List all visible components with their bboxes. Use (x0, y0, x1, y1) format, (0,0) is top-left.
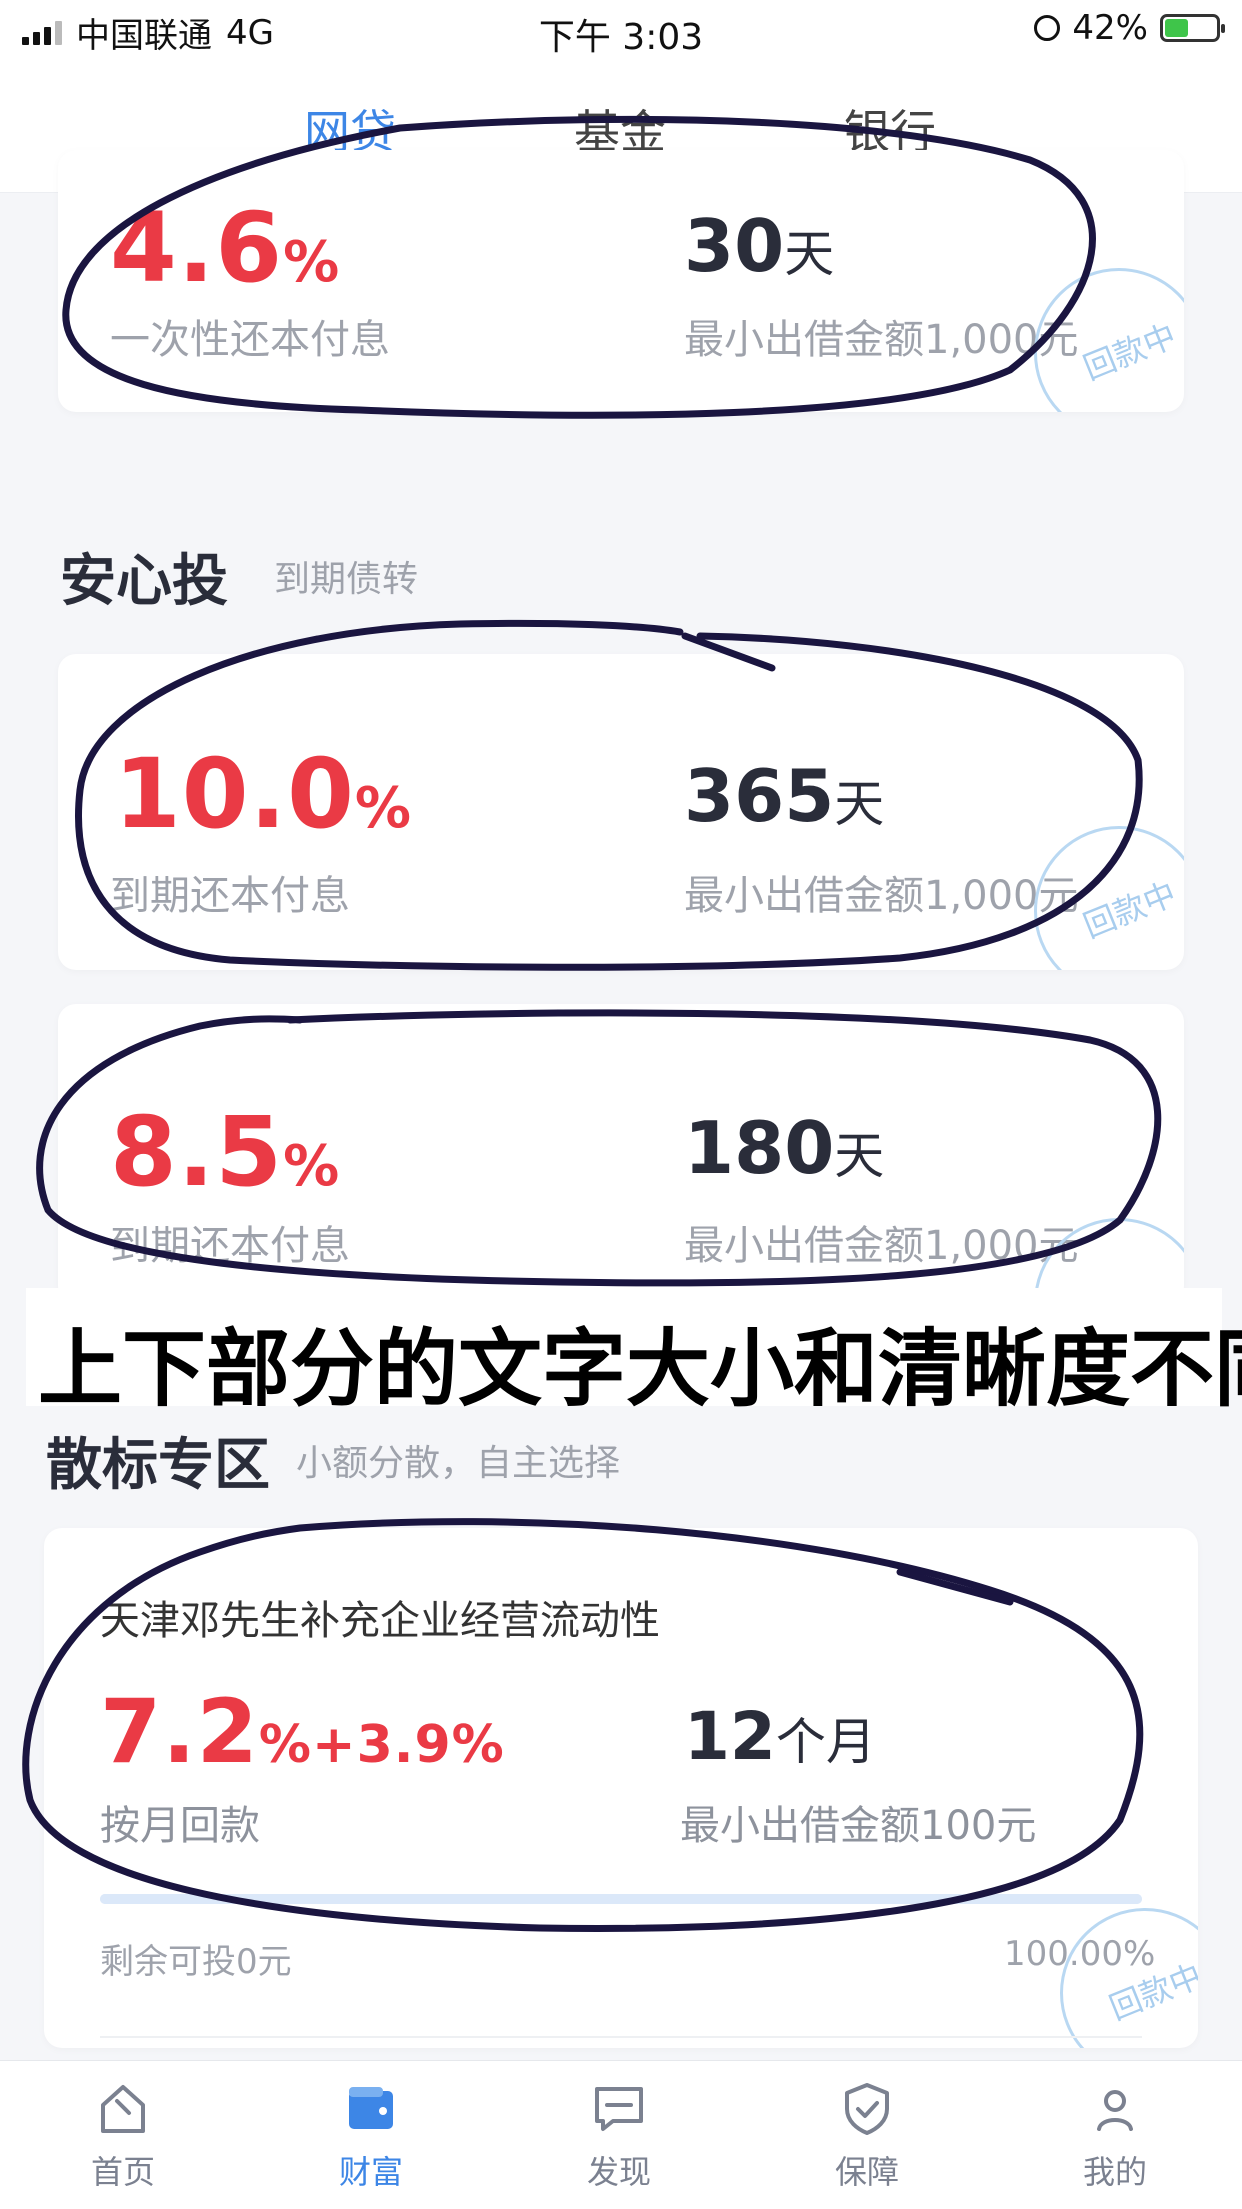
product-card-365[interactable]: 10.0% 365天 到期还本付息 最小出借金额1,000元 回款中 (58, 654, 1184, 970)
rotation-lock-icon (1034, 15, 1061, 41)
repay-method: 一次性还本付息 (110, 317, 390, 363)
repay-method: 到期还本付息 (110, 1223, 350, 1269)
min-amount: 最小出借金额1,000元 (684, 873, 1079, 919)
product-rate: 8.5% (110, 1096, 341, 1208)
product-card-180[interactable]: 8.5% 180天 到期还本付息 最小出借金额1,000元 (58, 1004, 1184, 1304)
battery-percent: 42% (1072, 8, 1148, 48)
nav-mine[interactable]: 我的 (1050, 2079, 1180, 2193)
progress-fill (100, 1894, 1142, 1904)
product-card-top[interactable]: 4.6% 30天 一次性还本付息 最小出借金额1,000元 回款中 (58, 150, 1184, 412)
status-bar: 中国联通 4G 下午 3:03 42% (0, 0, 1242, 64)
repaying-stamp: 回款中 (1034, 826, 1184, 970)
loan-rate: 7.2%+3.9% (100, 1680, 505, 1783)
repay-method: 按月回款 (100, 1803, 260, 1849)
battery-icon (1160, 14, 1225, 42)
min-amount: 最小出借金额100元 (680, 1803, 1037, 1849)
nav-home[interactable]: 首页 (58, 2079, 188, 2193)
section-title-sanbiao: 散标专区 (46, 1433, 270, 1498)
status-right: 42% (1034, 8, 1225, 48)
nav-protection[interactable]: 保障 (802, 2079, 932, 2193)
shield-icon (845, 2083, 889, 2135)
min-amount: 最小出借金额1,000元 (684, 1223, 1079, 1269)
nav-wealth[interactable]: 财富 (306, 2079, 436, 2193)
loan-card[interactable]: 天津邓先生补充企业经营流动性 7.2%+3.9% 12个月 按月回款 最小出借金… (44, 1528, 1198, 2048)
product-rate: 10.0% (114, 738, 412, 850)
remaining-amount: 剩余可投0元 (100, 1942, 292, 1982)
annotation-text: 上下部分的文字大小和清晰度不同 (38, 1320, 1242, 1418)
chat-icon (595, 2087, 643, 2131)
product-term: 365天 (684, 754, 885, 838)
loan-title: 天津邓先生补充企业经营流动性 (100, 1598, 660, 1644)
progress-bar (100, 1894, 1142, 1904)
loan-term: 12个月 (684, 1698, 876, 1775)
section-title-anxin: 安心投 (60, 549, 228, 614)
product-term: 180天 (684, 1106, 885, 1190)
product-term: 30天 (684, 204, 835, 288)
min-amount: 最小出借金额1,000元 (684, 317, 1079, 363)
user-icon (1097, 2090, 1133, 2131)
home-icon (101, 2085, 145, 2133)
product-rate: 4.6% (110, 192, 341, 304)
wallet-icon (349, 2087, 393, 2129)
bottom-nav: 首页 财富 发现 保障 我的 (0, 2060, 1242, 2209)
section-subtitle-sanbiao: 小额分散，自主选择 (296, 1443, 621, 1484)
repay-method: 到期还本付息 (110, 873, 350, 919)
nav-discover[interactable]: 发现 (554, 2079, 684, 2193)
repaying-stamp: 回款中 (1060, 1908, 1198, 2048)
card-divider (100, 2036, 1142, 2038)
annotation-banner: 上下部分的文字大小和清晰度不同 (26, 1288, 1242, 1418)
repaying-stamp: 回款中 (1034, 268, 1184, 412)
section-subtitle-anxin: 到期债转 (274, 559, 419, 600)
